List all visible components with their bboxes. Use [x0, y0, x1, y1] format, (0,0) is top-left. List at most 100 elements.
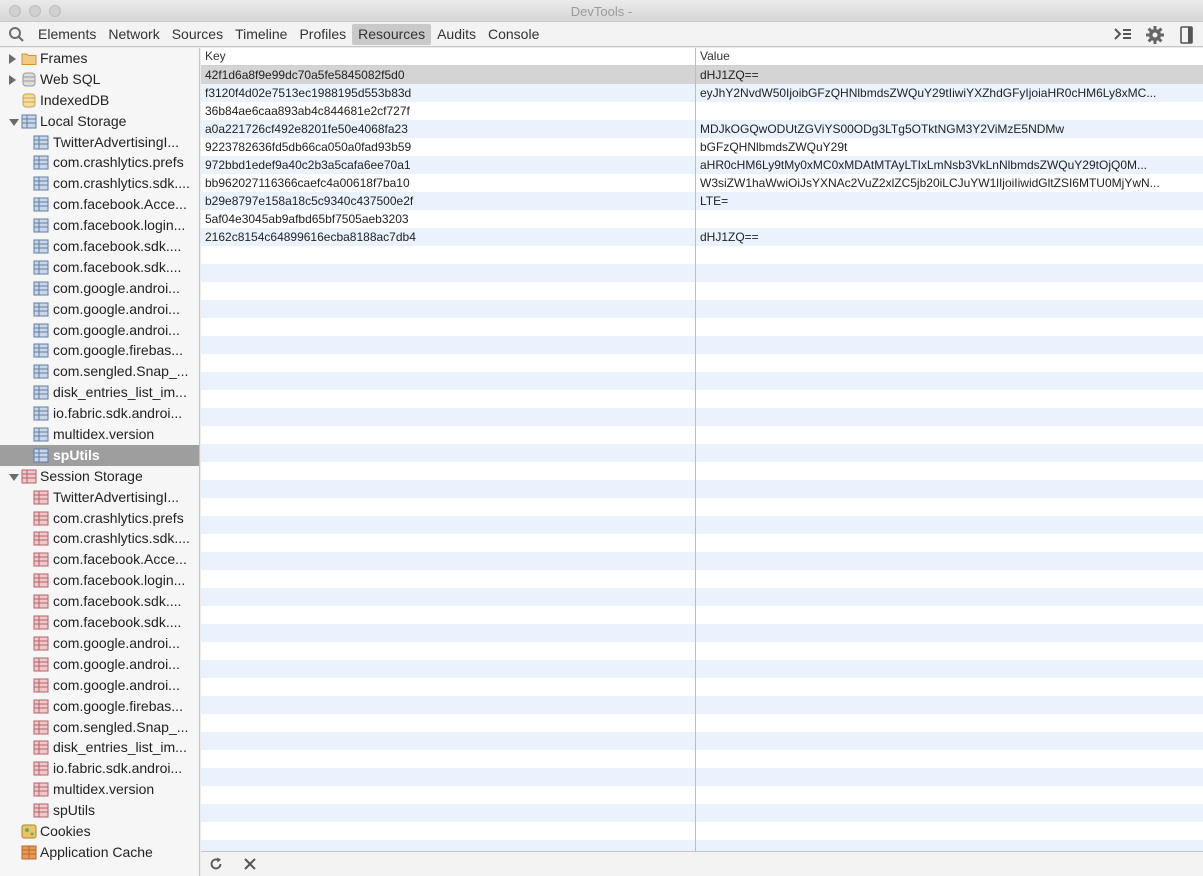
tree-web-sql[interactable]: Web SQL: [0, 69, 199, 90]
local-storage-item[interactable]: com.sengled.Snap_...: [0, 361, 199, 382]
local-storage-item[interactable]: com.crashlytics.sdk....: [0, 173, 199, 194]
storage-table-icon: [33, 364, 49, 379]
storage-item-label: TwitterAdvertisingI...: [53, 488, 180, 505]
search-icon[interactable]: [8, 26, 25, 43]
expand-arrow-icon[interactable]: [9, 54, 16, 64]
table-row[interactable]: bb962027116366caefc4a00618f7ba10 W3siZW1h…: [201, 174, 1203, 192]
local-storage-item[interactable]: disk_entries_list_im...: [0, 382, 199, 403]
tree-cookies[interactable]: Cookies: [0, 821, 199, 842]
value-cell[interactable]: bGFzQHNlbmdsZWQuY29t: [700, 138, 1183, 156]
session-storage-item[interactable]: spUtils: [0, 800, 199, 821]
key-cell[interactable]: 5af04e3045ab9afbd65bf7505aeb3203: [205, 210, 691, 228]
gear-icon[interactable]: [1145, 25, 1165, 45]
value-cell[interactable]: LTE=: [700, 192, 1183, 210]
key-cell[interactable]: f3120f4d02e7513ec1988195d553b83d: [205, 84, 691, 102]
session-storage-item[interactable]: com.facebook.login...: [0, 570, 199, 591]
tree-session-storage[interactable]: Session Storage: [0, 466, 199, 487]
key-cell[interactable]: 36b84ae6caa893ab4c844681e2cf727f: [205, 102, 691, 120]
value-cell[interactable]: W3siZW1haWwiOiJsYXNAc2VuZ2xlZC5jb20iLCJu…: [700, 174, 1183, 192]
local-storage-item[interactable]: com.crashlytics.prefs: [0, 152, 199, 173]
storage-item-label: com.sengled.Snap_...: [53, 363, 189, 380]
session-storage-item[interactable]: com.crashlytics.sdk....: [0, 528, 199, 549]
session-storage-item[interactable]: com.google.androi...: [0, 654, 199, 675]
key-cell[interactable]: a0a221726cf492e8201fe50e4068fa23: [205, 120, 691, 138]
tree-application-cache[interactable]: Application Cache: [0, 842, 199, 863]
key-cell[interactable]: bb962027116366caefc4a00618f7ba10: [205, 174, 691, 192]
tab-profiles[interactable]: Profiles: [293, 22, 352, 46]
session-storage-item[interactable]: disk_entries_list_im...: [0, 737, 199, 758]
table-row[interactable]: 36b84ae6caa893ab4c844681e2cf727f: [201, 102, 1203, 120]
refresh-icon[interactable]: [208, 856, 224, 872]
storage-table-icon: [33, 511, 49, 526]
table-row[interactable]: 42f1d6a8f9e99dc70a5fe5845082f5d0 dHJ1ZQ==: [201, 66, 1203, 84]
table-row[interactable]: 972bbd1edef9a40c2b3a5cafa6ee70a1 aHR0cHM6…: [201, 156, 1203, 174]
value-cell[interactable]: dHJ1ZQ==: [700, 228, 1183, 246]
storage-item-label: com.facebook.sdk....: [53, 238, 182, 255]
dock-side-icon[interactable]: [1177, 25, 1197, 45]
table-row[interactable]: 9223782636fd5db66ca050a0fad93b59 bGFzQHNl…: [201, 138, 1203, 156]
storage-item-label: com.google.androi...: [53, 279, 180, 296]
local-storage-item[interactable]: com.facebook.login...: [0, 215, 199, 236]
key-cell[interactable]: 972bbd1edef9a40c2b3a5cafa6ee70a1: [205, 156, 691, 174]
value-cell[interactable]: dHJ1ZQ==: [700, 66, 1183, 84]
database-icon: [21, 93, 37, 108]
local-storage-item[interactable]: com.google.androi...: [0, 299, 199, 320]
tab-console[interactable]: Console: [482, 22, 545, 46]
empty-table-row: [201, 678, 1203, 696]
value-cell[interactable]: aHR0cHM6Ly9tMy0xMC0xMDAtMTAyLTIxLmNsb3Vk…: [700, 156, 1183, 174]
session-storage-item[interactable]: io.fabric.sdk.androi...: [0, 758, 199, 779]
session-storage-item[interactable]: com.facebook.Acce...: [0, 549, 199, 570]
session-storage-item[interactable]: multidex.version: [0, 779, 199, 800]
key-cell[interactable]: b29e8797e158a18c5c9340c437500e2f: [205, 192, 691, 210]
tab-resources[interactable]: Resources: [352, 24, 432, 45]
table-row[interactable]: f3120f4d02e7513ec1988195d553b83d eyJhY2Nv…: [201, 84, 1203, 102]
storage-item-label: com.google.androi...: [53, 321, 180, 338]
session-storage-item[interactable]: com.sengled.Snap_...: [0, 717, 199, 738]
session-storage-item[interactable]: com.google.androi...: [0, 633, 199, 654]
session-storage-item[interactable]: com.google.androi...: [0, 675, 199, 696]
value-cell[interactable]: eyJhY2NvdW50IjoibGFzQHNlbmdsZWQuY29tIiwi…: [700, 84, 1183, 102]
tab-sources[interactable]: Sources: [166, 22, 229, 46]
key-cell[interactable]: 2162c8154c64899616ecba8188ac7db4: [205, 228, 691, 246]
value-cell[interactable]: MDJkOGQwODUtZGViYS00ODg3LTg5OTktNGM3Y2Vi…: [700, 120, 1183, 138]
expand-arrow-icon[interactable]: [9, 74, 16, 85]
local-storage-item[interactable]: multidex.version: [0, 424, 199, 445]
session-storage-item[interactable]: TwitterAdvertisingI...: [0, 487, 199, 508]
storage-item-label: com.facebook.sdk....: [53, 258, 182, 275]
tree-frames[interactable]: Frames: [0, 48, 199, 69]
session-storage-item[interactable]: com.google.firebas...: [0, 696, 199, 717]
key-cell[interactable]: 9223782636fd5db66ca050a0fad93b59: [205, 138, 691, 156]
tree-indexeddb[interactable]: IndexedDB: [0, 90, 199, 111]
storage-table-icon: [33, 218, 49, 233]
local-storage-item[interactable]: com.google.firebas...: [0, 340, 199, 361]
local-storage-item[interactable]: com.google.androi...: [0, 278, 199, 299]
tab-elements[interactable]: Elements: [32, 22, 102, 46]
table-row[interactable]: 5af04e3045ab9afbd65bf7505aeb3203: [201, 210, 1203, 228]
session-storage-item[interactable]: com.crashlytics.prefs: [0, 508, 199, 529]
local-storage-item[interactable]: spUtils: [0, 444, 199, 466]
local-storage-item[interactable]: io.fabric.sdk.androi...: [0, 403, 199, 424]
tab-audits[interactable]: Audits: [431, 22, 482, 46]
storage-item-label: com.google.androi...: [53, 300, 180, 317]
column-divider[interactable]: [695, 48, 696, 851]
collapse-arrow-icon[interactable]: [9, 473, 19, 481]
local-storage-item[interactable]: com.facebook.Acce...: [0, 194, 199, 215]
table-row[interactable]: b29e8797e158a18c5c9340c437500e2f LTE=: [201, 192, 1203, 210]
delete-icon[interactable]: [242, 856, 258, 872]
collapse-arrow-icon[interactable]: [9, 118, 19, 126]
local-storage-item[interactable]: com.facebook.sdk....: [0, 236, 199, 257]
column-header-value[interactable]: Value: [700, 49, 730, 63]
tree-local-storage[interactable]: Local Storage: [0, 111, 199, 132]
column-header-key[interactable]: Key: [205, 49, 226, 63]
table-row[interactable]: a0a221726cf492e8201fe50e4068fa23 MDJkOGQw…: [201, 120, 1203, 138]
local-storage-item[interactable]: com.google.androi...: [0, 320, 199, 341]
table-row[interactable]: 2162c8154c64899616ecba8188ac7db4 dHJ1ZQ==: [201, 228, 1203, 246]
tab-timeline[interactable]: Timeline: [229, 22, 293, 46]
session-storage-item[interactable]: com.facebook.sdk....: [0, 612, 199, 633]
local-storage-item[interactable]: TwitterAdvertisingI...: [0, 132, 199, 153]
tab-network[interactable]: Network: [102, 22, 165, 46]
local-storage-item[interactable]: com.facebook.sdk....: [0, 257, 199, 278]
console-drawer-icon[interactable]: [1113, 25, 1133, 45]
session-storage-item[interactable]: com.facebook.sdk....: [0, 591, 199, 612]
key-cell[interactable]: 42f1d6a8f9e99dc70a5fe5845082f5d0: [205, 66, 691, 84]
